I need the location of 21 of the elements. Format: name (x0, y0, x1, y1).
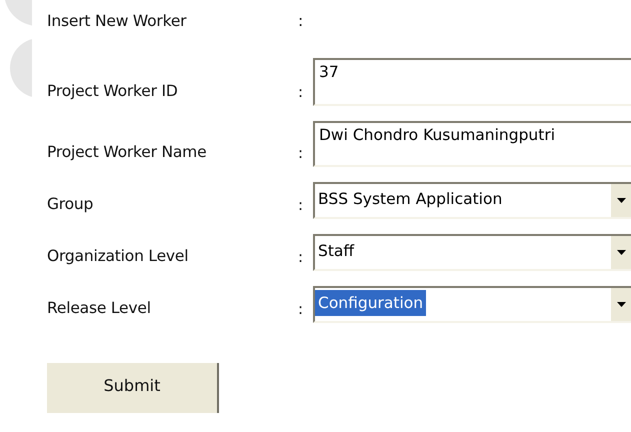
submit-button[interactable]: Submit (47, 363, 219, 413)
colon: : (298, 248, 304, 268)
field-label: Group (47, 195, 94, 215)
colon: : (298, 83, 304, 103)
colon: : (298, 12, 304, 32)
dropdown[interactable]: Configuration (313, 286, 631, 323)
caret-icon (616, 250, 626, 255)
caret-icon (616, 198, 626, 203)
colon: : (298, 196, 304, 216)
text-field[interactable]: 37 (313, 58, 631, 106)
text-field[interactable]: Dwi Chondro Kusumaningputri (313, 121, 631, 167)
field-label: Release Level (47, 299, 152, 319)
caret-icon (616, 302, 626, 307)
field-label: Project Worker ID (47, 82, 179, 102)
form-title: Insert New Worker (47, 12, 188, 32)
dropdown[interactable]: Staff (313, 234, 631, 271)
dropdown[interactable]: BSS System Application (313, 182, 631, 219)
colon: : (298, 144, 304, 164)
colon: : (298, 300, 304, 320)
field-label: Project Worker Name (47, 143, 208, 163)
field-label: Organization Level (47, 247, 190, 267)
